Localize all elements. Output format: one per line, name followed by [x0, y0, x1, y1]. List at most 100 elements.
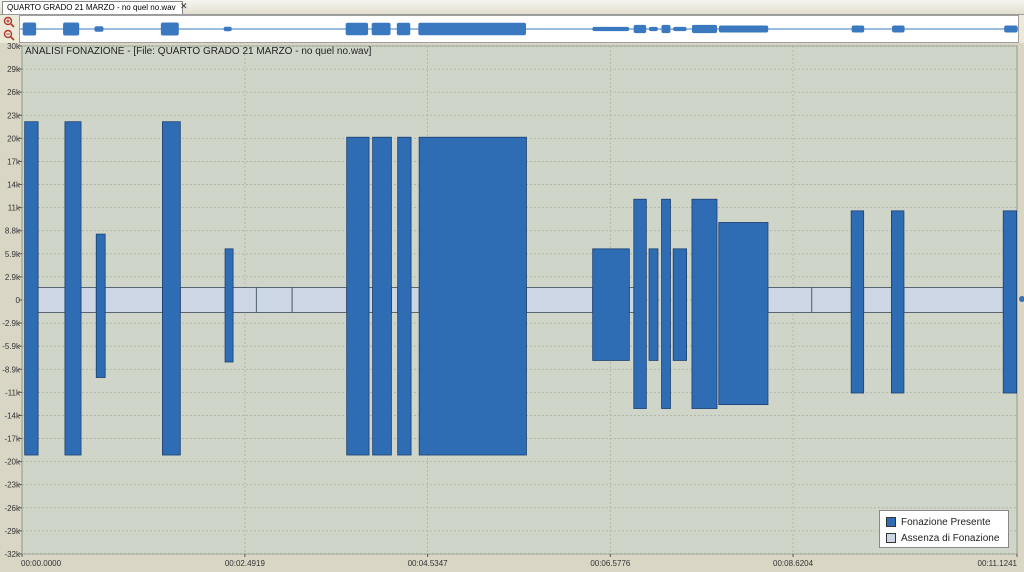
present-segment: [648, 248, 659, 361]
absent-segment: [291, 287, 348, 313]
y-tick-label: -2.9k: [2, 319, 21, 328]
y-tick-label: -29k: [4, 527, 21, 536]
overview-burst: [691, 24, 718, 34]
absent-segment: [863, 287, 892, 313]
overview-burst: [418, 22, 526, 36]
overview-burst: [22, 22, 37, 36]
overview-burst: [396, 22, 411, 36]
present-segment: [224, 248, 234, 363]
waveform-overview[interactable]: [19, 15, 1019, 43]
y-tick-label: -26k: [4, 504, 21, 513]
y-tick-label: 2.9k: [5, 273, 21, 282]
scroll-handle[interactable]: [1019, 296, 1024, 302]
present-segment: [1002, 210, 1018, 394]
present-segment: [633, 198, 647, 409]
chart-title: ANALISI FONAZIONE - [File: QUARTO GRADO …: [25, 46, 372, 57]
absent-segment: [368, 287, 374, 313]
absent-segment: [179, 287, 226, 313]
legend-label-absent: Assenza di Fonazione: [901, 533, 1000, 544]
present-segment: [592, 248, 630, 361]
y-tick-label: 0: [16, 296, 21, 305]
overview-burst: [1004, 25, 1018, 33]
x-tick-label: 00:08.6204: [773, 559, 814, 568]
y-tick-label: -11k: [5, 388, 21, 397]
y-tick-label: 29k: [7, 65, 21, 74]
y-tick-label: 20k: [7, 134, 21, 143]
absent-segment: [903, 287, 1004, 313]
phonation-chart: 30k 29k 26k 23k 20k 17k 14k 11k 8.8k 5.9k 2.9k 0 -2.…: [0, 43, 1024, 572]
present-segment: [346, 136, 370, 456]
overview-burst: [661, 24, 671, 34]
overview-burst: [892, 25, 905, 33]
present-segment: [372, 136, 392, 456]
overview-burst: [718, 25, 769, 33]
absent-segment: [232, 287, 257, 313]
file-tab[interactable]: QUARTO GRADO 21 MARZO - no quel no.wav: [2, 1, 183, 14]
absent-segment: [37, 287, 66, 313]
present-segment: [397, 136, 412, 456]
present-segment: [418, 136, 527, 456]
x-tick-label: 00:11.1241: [978, 559, 1018, 568]
overview-burst: [223, 26, 232, 32]
overview-burst: [63, 22, 80, 36]
absent-segment: [255, 287, 293, 313]
overview-burst: [592, 26, 630, 32]
absent-segment: [526, 287, 594, 313]
overview-burst: [371, 22, 391, 36]
present-segment: [850, 210, 865, 394]
absent-segment: [410, 287, 420, 313]
overview-burst: [648, 26, 658, 32]
legend-label-present: Fonazione Presente: [901, 517, 991, 528]
zoom-out-icon[interactable]: [2, 29, 16, 42]
overview-burst: [673, 26, 687, 32]
y-tick-label: 11k: [8, 204, 21, 213]
x-tick-label: 00:04.5347: [408, 559, 449, 568]
present-segment: [162, 121, 181, 456]
absent-segment: [628, 287, 635, 313]
x-tick-label: 00:02.4919: [225, 559, 266, 568]
zoom-in-icon[interactable]: [2, 16, 16, 29]
absent-segment: [811, 287, 852, 313]
legend-swatch-absent: [886, 533, 896, 544]
waveform-overview-plot: [20, 22, 1018, 36]
legend-swatch-present: [886, 517, 896, 528]
legend-item-present: Fonazione Presente: [886, 516, 991, 530]
y-tick-label: 26k: [7, 88, 21, 97]
y-tick-label: -17k: [4, 435, 21, 444]
y-tick-label: 30k: [7, 43, 21, 51]
y-tick-label: -32k: [4, 550, 21, 559]
y-tick-label: -14k: [4, 411, 21, 420]
absent-segment: [104, 287, 163, 313]
present-segment: [661, 198, 671, 409]
file-tab-label: QUARTO GRADO 21 MARZO - no quel no.wav: [7, 3, 176, 12]
phonation-chart-plot: 30k 29k 26k 23k 20k 17k 14k 11k 8.8k 5.9k 2.9k 0 -2.…: [2, 43, 1018, 568]
present-segment: [891, 210, 905, 394]
y-tick-label: 23k: [7, 111, 21, 120]
overview-burst: [345, 22, 369, 36]
present-segment: [718, 222, 769, 406]
x-tick-label: 00:00.0000: [21, 559, 62, 568]
chart-legend: Fonazione Presente Assenza di Fonazione: [879, 510, 1009, 548]
present-segment: [691, 198, 718, 409]
y-tick-label: -8.9k: [2, 365, 21, 374]
absent-segment: [767, 287, 813, 313]
y-tick-label: 14k: [7, 181, 21, 190]
legend-item-absent: Assenza di Fonazione: [886, 532, 999, 546]
y-tick-label: -5.9k: [2, 342, 21, 351]
overview-burst: [851, 25, 865, 33]
present-segment: [95, 233, 106, 378]
absent-segment: [391, 287, 399, 313]
overview-burst: [160, 22, 179, 36]
absent-segment: [80, 287, 97, 313]
present-segment: [64, 121, 82, 456]
present-segment: [672, 248, 687, 361]
close-icon[interactable]: ✕: [180, 1, 188, 12]
y-tick-label: 8.8k: [5, 227, 21, 236]
tab-bar: QUARTO GRADO 21 MARZO - no quel no.wav ✕: [0, 0, 1024, 15]
y-tick-label: 5.9k: [5, 250, 21, 259]
present-segment: [24, 121, 39, 456]
y-tick-label: 17k: [7, 157, 21, 166]
overview-burst: [94, 26, 104, 32]
x-tick-label: 00:06.5776: [590, 559, 631, 568]
y-tick-label: -20k: [4, 458, 21, 467]
